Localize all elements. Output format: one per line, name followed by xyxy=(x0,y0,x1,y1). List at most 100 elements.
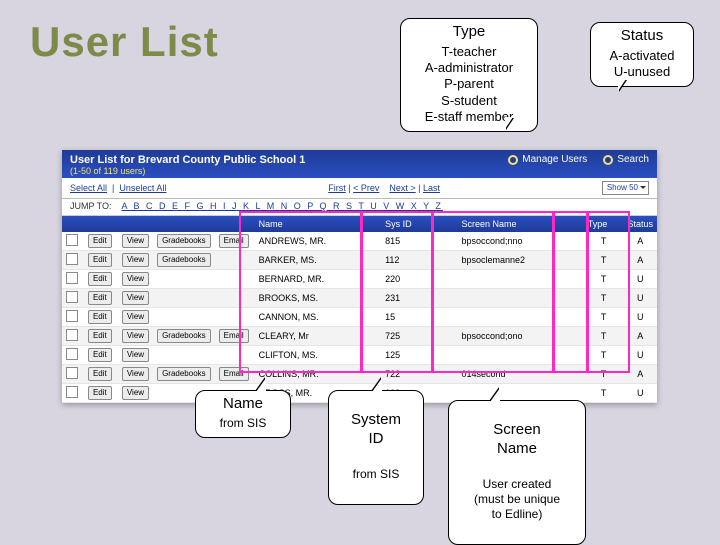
email-button[interactable]: Email xyxy=(219,234,249,248)
cell-status: U xyxy=(623,346,657,365)
row-checkbox[interactable] xyxy=(66,291,78,303)
type-line: T-teacher xyxy=(409,44,529,60)
sysid-callout-title: System ID xyxy=(337,411,415,449)
user-table: Name Sys ID Screen Name Type Status Edit… xyxy=(62,216,657,403)
cell-status: U xyxy=(623,289,657,308)
status-line: A-activated xyxy=(599,48,685,64)
edit-button[interactable]: Edit xyxy=(88,310,112,324)
col-name: Name xyxy=(255,216,381,232)
row-checkbox[interactable] xyxy=(66,310,78,322)
edit-button[interactable]: Edit xyxy=(88,329,112,343)
view-button[interactable]: View xyxy=(122,272,149,286)
name-callout: Name from SIS xyxy=(195,390,291,438)
pager-next[interactable]: Next > xyxy=(389,183,415,193)
show-count-select[interactable]: Show 50 xyxy=(602,181,649,195)
cell-screen: 014second xyxy=(457,365,583,384)
gear-icon xyxy=(603,155,613,165)
jump-alpha[interactable]: A B C D E F G H I J K L M N O P Q R S T … xyxy=(122,201,443,211)
panel-header: User List for Brevard County Public Scho… xyxy=(62,150,657,178)
type-line: P-parent xyxy=(409,76,529,92)
cell-sysid: 231 xyxy=(381,289,457,308)
status-line: U-unused xyxy=(599,64,685,80)
screen-callout-sub: User created (must be unique to Edline) xyxy=(457,477,577,522)
col-screen: Screen Name xyxy=(457,216,583,232)
col-sysid: Sys ID xyxy=(381,216,457,232)
cell-sysid: 15 xyxy=(381,308,457,327)
cell-screen xyxy=(457,270,583,289)
view-button[interactable]: View xyxy=(122,348,149,362)
type-callout: Type T-teacher A-administrator P-parent … xyxy=(400,18,538,132)
edit-button[interactable]: Edit xyxy=(88,234,112,248)
edit-button[interactable]: Edit xyxy=(88,272,112,286)
gradebooks-button[interactable]: Gradebooks xyxy=(157,367,211,381)
edit-button[interactable]: Edit xyxy=(88,253,112,267)
view-button[interactable]: View xyxy=(122,291,149,305)
row-checkbox[interactable] xyxy=(66,329,78,341)
pager-last[interactable]: Last xyxy=(423,183,440,193)
gradebooks-button[interactable]: Gradebooks xyxy=(157,253,211,267)
panel-toolbar: Select All | Unselect All First | < Prev… xyxy=(62,178,657,199)
name-callout-title: Name xyxy=(204,395,282,414)
jump-label: JUMP TO: xyxy=(70,201,112,211)
gradebooks-button[interactable]: Gradebooks xyxy=(157,234,211,248)
cell-screen: bpsoclemanne2 xyxy=(457,251,583,270)
select-all-link[interactable]: Select All xyxy=(70,183,107,193)
cell-name: CANNON, MS. xyxy=(255,308,381,327)
cell-screen xyxy=(457,346,583,365)
gear-icon xyxy=(508,155,518,165)
screen-callout-tail xyxy=(490,388,500,402)
panel-subtitle: (1-50 of 119 users) xyxy=(70,166,305,176)
cell-name: BERNARD, MR. xyxy=(255,270,381,289)
cell-name: ANDREWS, MR. xyxy=(255,232,381,251)
edit-button[interactable]: Edit xyxy=(88,386,112,400)
cell-type: T xyxy=(584,289,624,308)
search-button[interactable]: Search xyxy=(603,154,649,165)
row-checkbox[interactable] xyxy=(66,348,78,360)
cell-type: T xyxy=(584,346,624,365)
cell-sysid: 220 xyxy=(381,270,457,289)
pager-prev[interactable]: < Prev xyxy=(353,183,379,193)
view-button[interactable]: View xyxy=(122,234,149,248)
view-button[interactable]: View xyxy=(122,329,149,343)
cell-name: COLLINS, MR. xyxy=(255,365,381,384)
unselect-all-link[interactable]: Unselect All xyxy=(119,183,166,193)
panel-title: User List for Brevard County Public Scho… xyxy=(70,154,305,166)
manage-users-button[interactable]: Manage Users xyxy=(508,154,587,165)
screen-callout-title: Screen Name xyxy=(457,421,577,459)
cell-sysid: 725 xyxy=(381,327,457,346)
status-callout: Status A-activated U-unused xyxy=(590,22,694,87)
email-button[interactable]: Email xyxy=(219,329,249,343)
view-button[interactable]: View xyxy=(122,310,149,324)
jump-to-bar: JUMP TO: A B C D E F G H I J K L M N O P… xyxy=(62,199,657,216)
view-button[interactable]: View xyxy=(122,253,149,267)
page-title: User List xyxy=(30,18,219,66)
cell-name: BARKER, MS. xyxy=(255,251,381,270)
row-checkbox[interactable] xyxy=(66,386,78,398)
cell-type: T xyxy=(584,384,624,403)
row-checkbox[interactable] xyxy=(66,234,78,246)
cell-sysid: 112 xyxy=(381,251,457,270)
row-checkbox[interactable] xyxy=(66,253,78,265)
pager-first[interactable]: First xyxy=(328,183,346,193)
gradebooks-button[interactable]: Gradebooks xyxy=(157,329,211,343)
screen-callout: Screen Name User created (must be unique… xyxy=(448,400,586,545)
status-callout-tail xyxy=(618,79,626,91)
row-checkbox[interactable] xyxy=(66,367,78,379)
user-list-panel: User List for Brevard County Public Scho… xyxy=(62,150,657,403)
type-callout-title: Type xyxy=(409,23,529,42)
table-row: Edit View BROOKS, MS.231 TU xyxy=(62,289,657,308)
type-line: A-administrator xyxy=(409,60,529,76)
cell-status: A xyxy=(623,365,657,384)
edit-button[interactable]: Edit xyxy=(88,367,112,381)
view-button[interactable]: View xyxy=(122,367,149,381)
view-button[interactable]: View xyxy=(122,386,149,400)
cell-name: BROOKS, MS. xyxy=(255,289,381,308)
edit-button[interactable]: Edit xyxy=(88,291,112,305)
row-checkbox[interactable] xyxy=(66,272,78,284)
cell-type: T xyxy=(584,327,624,346)
edit-button[interactable]: Edit xyxy=(88,348,112,362)
email-button[interactable]: Email xyxy=(219,367,249,381)
cell-sysid: 125 xyxy=(381,346,457,365)
cell-status: A xyxy=(623,327,657,346)
table-row: EditViewCLIFTON, MS.125TU xyxy=(62,346,657,365)
